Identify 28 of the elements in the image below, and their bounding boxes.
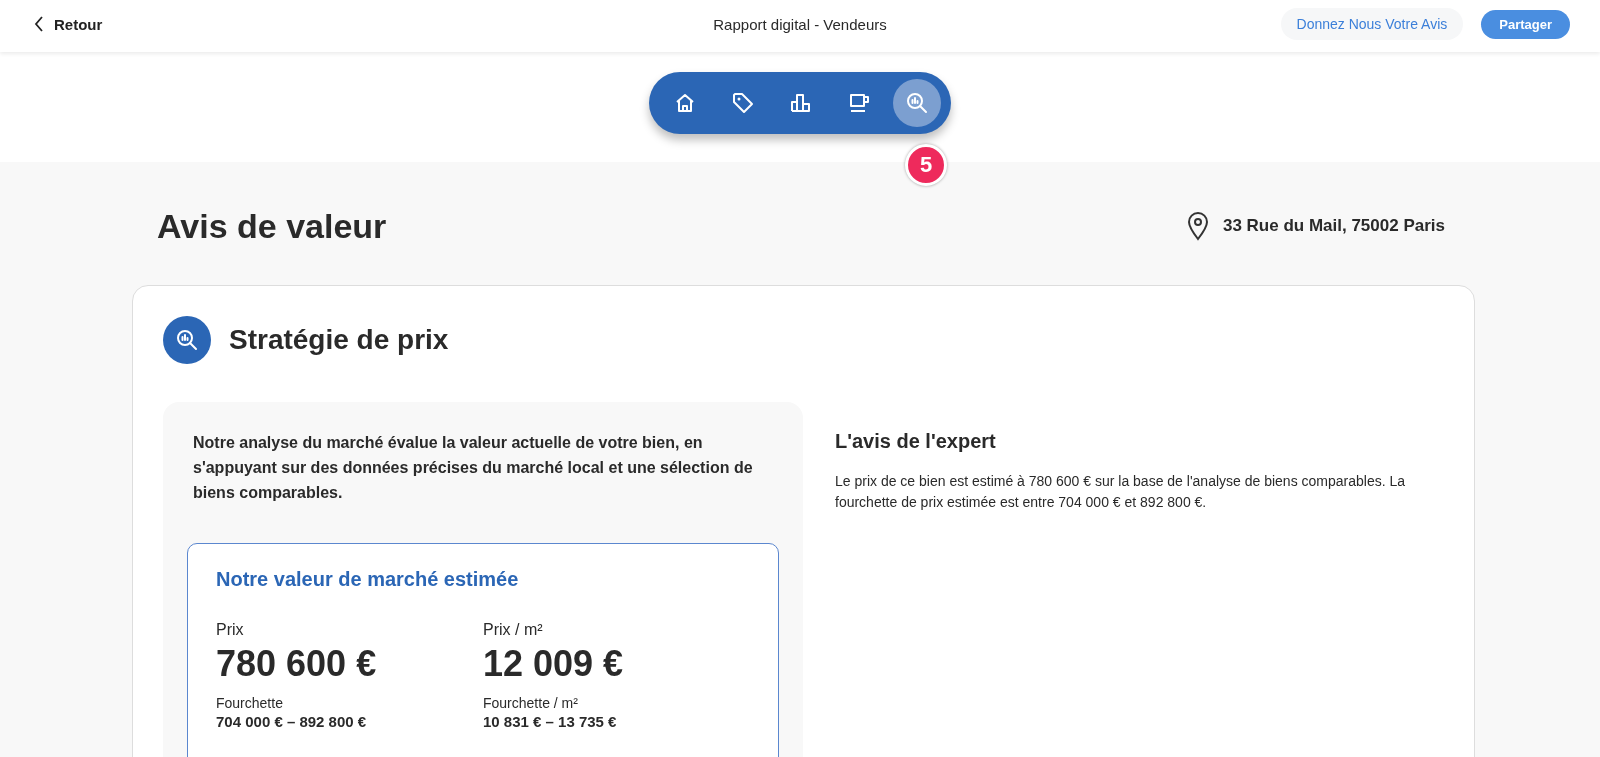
address: 33 Rue du Mail, 75002 Paris xyxy=(1222,216,1445,236)
range-label: Fourchette / m² xyxy=(483,695,579,711)
page-title: Avis de valeur xyxy=(157,206,387,246)
intro-text: Notre analyse du marché évalue la valeur actuelle de votre bien, en s'appuyant sur des données précises du marché local et une sélection de biens comparables. xyxy=(193,433,754,503)
location-pin-icon xyxy=(1186,211,1209,241)
metric-value: 780 600 € xyxy=(216,643,378,685)
search-tab[interactable] xyxy=(893,79,941,127)
chevron-left-icon xyxy=(34,16,44,32)
metric-value: 12 009 € xyxy=(483,643,625,685)
share-button[interactable]: Partager xyxy=(1481,9,1570,39)
metric-label: Prix xyxy=(216,621,245,639)
search-chart-icon xyxy=(905,91,929,115)
report-title: Rapport digital - Vendeurs xyxy=(713,15,887,33)
expert-title: L'avis de l'expert xyxy=(835,430,997,453)
search-chart-icon xyxy=(163,316,211,364)
estimate-title: Notre valeur de marché estimée xyxy=(216,568,520,591)
back-button[interactable]: Retour xyxy=(34,15,103,33)
bar-chart-icon xyxy=(789,91,813,115)
range-value: 10 831 € – 13 735 € xyxy=(483,713,618,730)
expert-text: Le prix de ce bien est estimé à 780 600 € sur la base de l'analyse de biens comparables. La fourchette de prix estimée est entre 704 000 € et 892 800 €. xyxy=(835,472,1407,512)
range-label: Fourchette xyxy=(216,695,284,711)
section-title: Stratégie de prix xyxy=(229,324,449,356)
step-badge: 5 xyxy=(905,144,947,186)
feedback-button[interactable]: Donnez Nous Votre Avis xyxy=(1280,8,1464,40)
tag-icon xyxy=(731,91,755,115)
range-value: 704 000 € – 892 800 € xyxy=(216,713,368,730)
cup-icon xyxy=(847,91,871,115)
metric-label: Prix / m² xyxy=(483,621,544,639)
